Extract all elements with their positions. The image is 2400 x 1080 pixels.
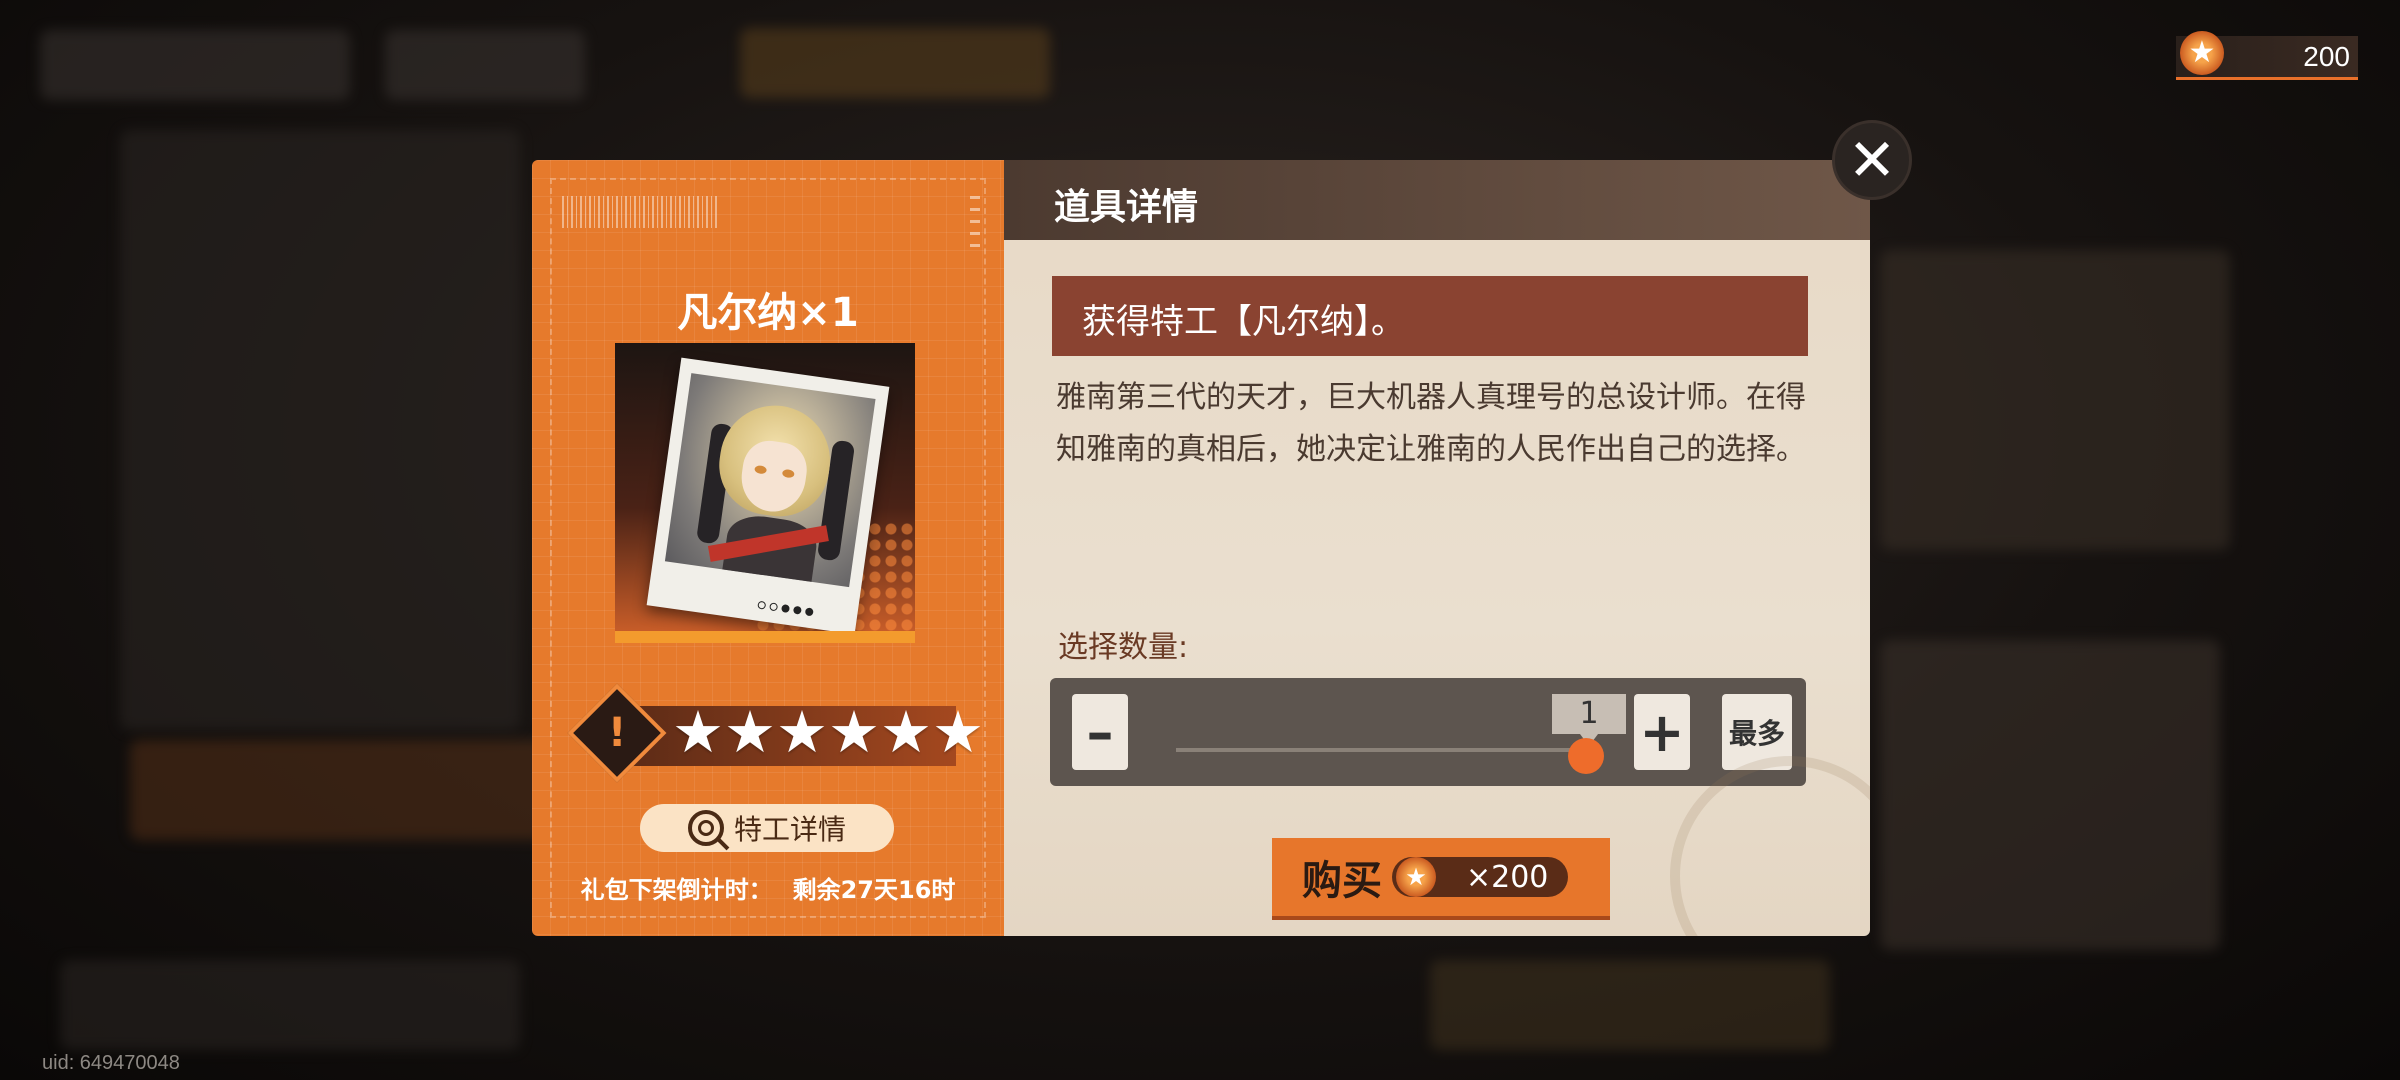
bg-blur-2 — [385, 30, 585, 100]
bg-blur-8 — [1430, 960, 1830, 1050]
panel-title: 道具详情 — [1054, 187, 1199, 228]
effect-text: 获得特工【凡尔纳】。 — [1082, 302, 1405, 342]
barcode-decoration — [562, 196, 718, 228]
quantity-label: 选择数量: — [1058, 630, 1189, 665]
side-lines-decoration — [970, 196, 980, 254]
buy-button[interactable]: 购买 ★ ×200 — [1272, 838, 1610, 916]
item-card: 凡尔纳×1 ! ★★★★★★ 特工详情 礼包下架倒计时： 剩余27天16时 — [532, 160, 1004, 936]
buy-label: 购买 — [1302, 858, 1382, 904]
bg-blur-7 — [1880, 640, 2220, 950]
character-portrait — [615, 343, 915, 643]
bg-blur-6 — [1880, 250, 2230, 550]
price-text: ×200 — [1466, 859, 1549, 895]
item-name: 凡尔纳×1 — [677, 290, 859, 336]
effect-banner: 获得特工【凡尔纳】。 — [1052, 276, 1808, 356]
close-button[interactable]: ✕ — [1832, 120, 1912, 200]
close-icon: ✕ — [1847, 126, 1897, 194]
polaroid-photo — [646, 357, 890, 635]
currency-value: 200 — [2303, 40, 2350, 72]
character-image — [664, 373, 876, 588]
rank-glyph: ! — [607, 710, 627, 756]
countdown: 礼包下架倒计时： 剩余27天16时 — [532, 870, 1004, 905]
star-rating: ★★★★★★ — [672, 700, 984, 764]
detail-panel: 道具详情 获得特工【凡尔纳】。 雅南第三代的天才，巨大机器人真理号的总设计师。在… — [1004, 160, 1870, 936]
bg-blur-5 — [130, 740, 550, 840]
quantity-slider-handle[interactable] — [1568, 738, 1604, 774]
item-detail-dialog: 凡尔纳×1 ! ★★★★★★ 特工详情 礼包下架倒计时： 剩余27天16时 道具… — [532, 160, 1870, 936]
decrease-button[interactable]: – — [1072, 694, 1128, 770]
quantity-selector: – 1 + 最多 — [1050, 678, 1806, 786]
quantity-value: 1 — [1552, 694, 1626, 746]
panel-header: 道具详情 — [1004, 160, 1870, 240]
star-coin-icon: ★ — [2180, 30, 2224, 75]
quantity-slider-track[interactable] — [1176, 748, 1586, 752]
agent-detail-label: 特工详情 — [733, 813, 846, 846]
agent-detail-button[interactable]: 特工详情 — [640, 804, 894, 852]
item-description: 雅南第三代的天才，巨大机器人真理号的总设计师。在得知雅南的真相后，她决定让雅南的… — [1056, 380, 1806, 467]
countdown-value: 剩余27天16时 — [792, 876, 956, 904]
countdown-label: 礼包下架倒计时： — [580, 876, 773, 904]
magnifier-icon — [687, 810, 724, 846]
polaroid-dots — [757, 600, 814, 617]
star-icons: ★★★★★★ — [672, 698, 984, 766]
bg-blur-3 — [740, 28, 1050, 98]
uid-label: uid: 649470048 — [42, 1052, 180, 1074]
bg-blur-4 — [120, 130, 520, 730]
increase-button[interactable]: + — [1634, 694, 1690, 770]
bg-blur-1 — [40, 30, 350, 100]
star-coin-icon: ★ — [1396, 857, 1436, 897]
rank-row: ! ★★★★★★ — [567, 683, 984, 783]
rank-s-icon: ! — [567, 683, 667, 783]
price-pill: ★ ×200 — [1392, 857, 1569, 897]
bg-blur-9 — [60, 960, 520, 1050]
currency-display: ★ 200 — [2176, 30, 2358, 80]
